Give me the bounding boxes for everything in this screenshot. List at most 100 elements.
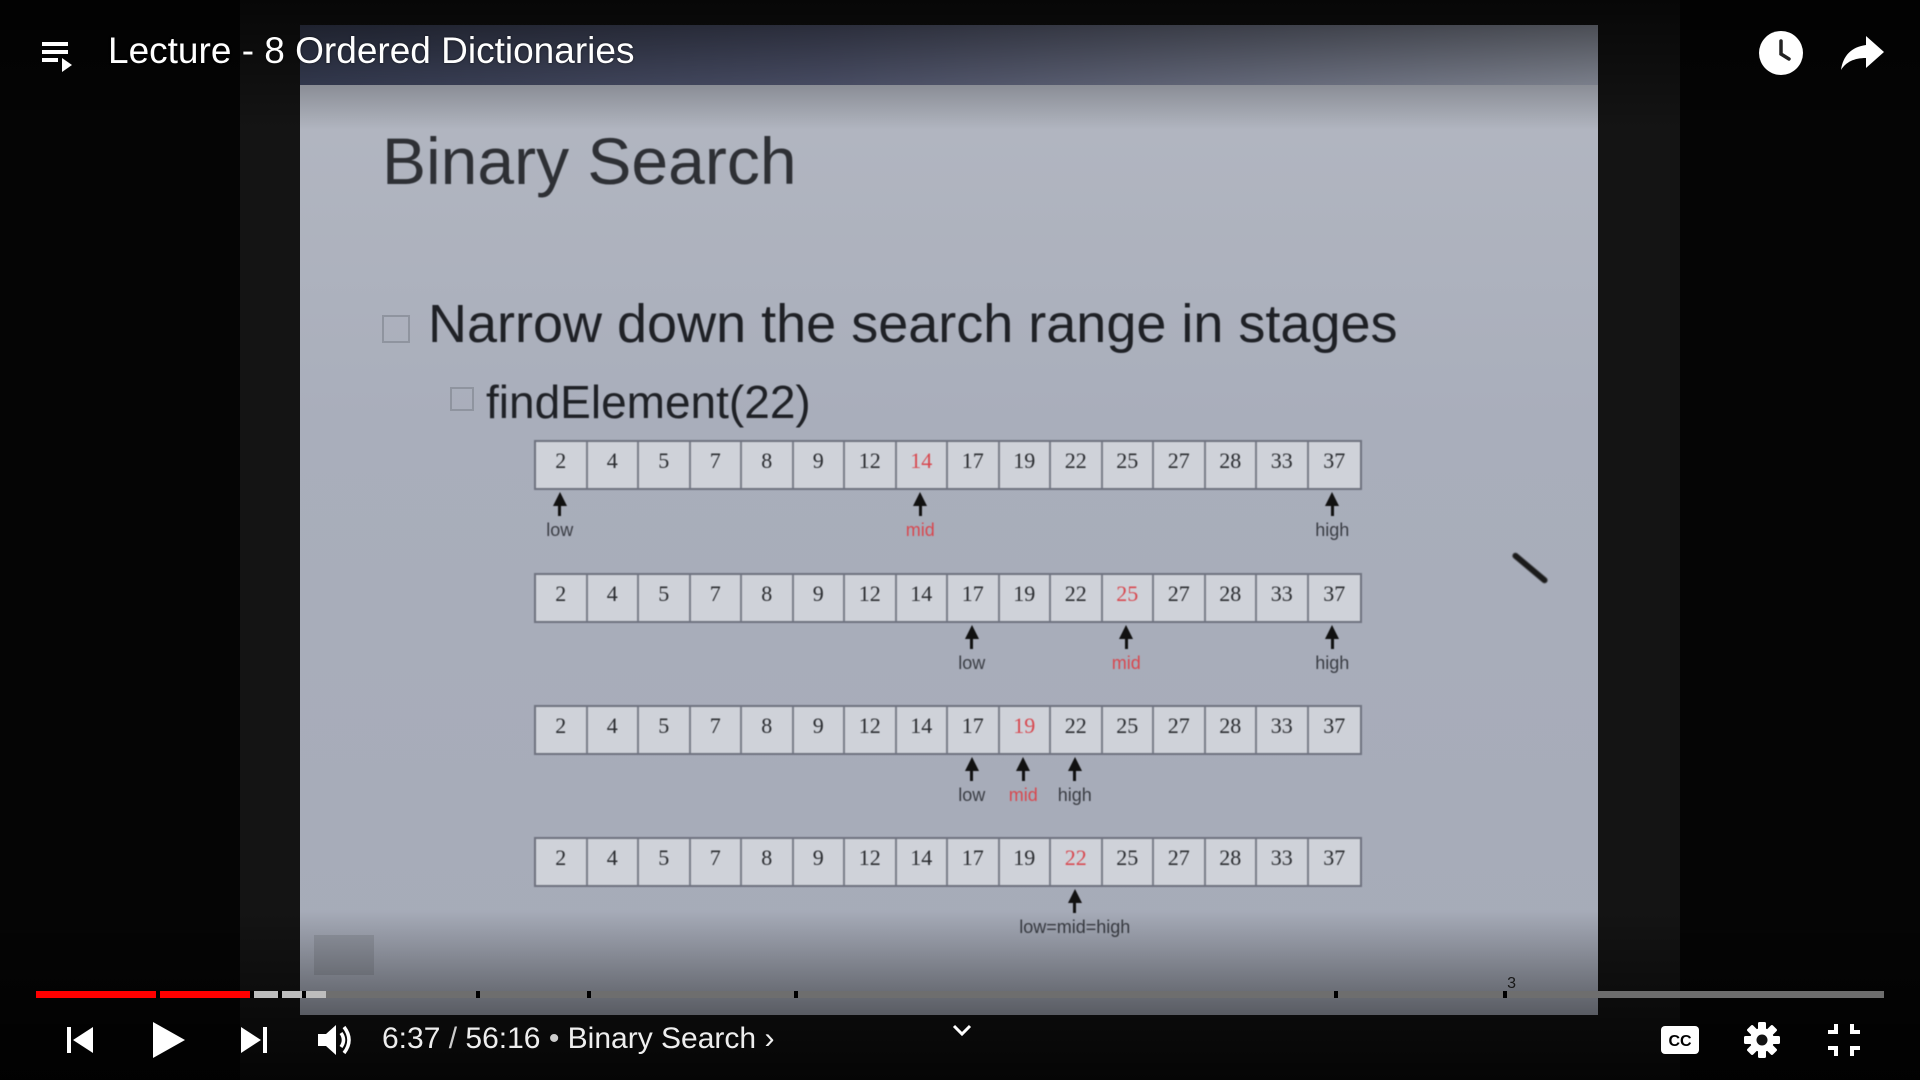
array-row: 2 4 5 7 8 9 12 14 17 19 22 25 27 28 33 37 <box>534 573 1362 623</box>
playlist-button[interactable] <box>38 36 78 76</box>
captions-button[interactable]: CC <box>1652 1010 1708 1070</box>
array-cell: 25 <box>1102 707 1154 753</box>
array-cell: 9 <box>793 839 845 885</box>
up-arrow-icon <box>1325 492 1340 506</box>
array-cell: 7 <box>690 707 742 753</box>
more-chapters-button[interactable] <box>950 1018 974 1042</box>
arrow-stem <box>1330 639 1334 649</box>
sub-bullet-square-icon <box>450 387 474 411</box>
chapter-title: Binary Search <box>567 1022 757 1055</box>
array-cell: 14 <box>896 839 948 885</box>
chapter-title-button[interactable]: Binary Search › <box>568 1022 775 1055</box>
chapter-bullet: • <box>540 1022 568 1055</box>
progress-bar[interactable] <box>36 991 1884 998</box>
playlist-icon <box>42 42 72 72</box>
volume-button[interactable] <box>308 1010 360 1070</box>
array-cell: 33 <box>1257 575 1309 621</box>
array-cell: 2 <box>536 575 588 621</box>
pointer-label: mid <box>905 520 935 540</box>
pointer-label: low <box>546 520 574 540</box>
array-cell: 14 <box>896 575 948 621</box>
arrow-stem <box>558 506 562 516</box>
array-cell: 28 <box>1205 575 1257 621</box>
array-cell: 4 <box>587 707 639 753</box>
array-cell: 2 <box>536 707 588 753</box>
pointer-label: high <box>1315 520 1350 540</box>
exit-fullscreen-icon <box>1828 1024 1860 1056</box>
array-cell: 22 <box>1051 707 1103 753</box>
array-cell: 4 <box>587 575 639 621</box>
array-cell: 8 <box>742 442 794 488</box>
pointer-label: low <box>958 653 986 673</box>
chapter-divider <box>302 991 306 998</box>
array-cell: 12 <box>845 707 897 753</box>
array-cell: 19 <box>999 839 1051 885</box>
chapter-divider <box>1503 991 1507 998</box>
video-title[interactable]: Lecture - 8 Ordered Dictionaries <box>108 30 634 72</box>
play-icon <box>153 1022 185 1058</box>
svg-text:CC: CC <box>1668 1033 1692 1050</box>
array-cell: 37 <box>1308 839 1360 885</box>
watch-later-button[interactable] <box>1758 30 1804 76</box>
array-cell: 7 <box>690 575 742 621</box>
up-arrow-icon <box>1119 625 1134 639</box>
pointer-label: high <box>1057 785 1092 805</box>
array-cell: 2 <box>536 442 588 488</box>
pointer-label: high <box>1315 653 1350 673</box>
pen-cursor <box>1511 551 1549 585</box>
previous-button[interactable] <box>56 1010 104 1070</box>
time-display: 6:37 / 56:16 • Binary Search › <box>382 1022 774 1056</box>
array-cell: 25 <box>1102 839 1154 885</box>
array-cell: 37 <box>1308 707 1360 753</box>
chapter-arrow-icon: › <box>764 1022 775 1055</box>
share-arrow-icon <box>1841 36 1884 70</box>
chapter-divider <box>278 991 282 998</box>
array-cell: 12 <box>845 839 897 885</box>
array-cell: 28 <box>1205 442 1257 488</box>
array-cell: 9 <box>793 575 845 621</box>
array-cell: 9 <box>793 707 845 753</box>
up-arrow-icon <box>1325 625 1340 639</box>
array-cell: 7 <box>690 442 742 488</box>
play-button[interactable] <box>142 1010 194 1070</box>
array-row: 2 4 5 7 8 9 12 14 17 19 22 25 27 28 33 37 <box>534 705 1362 755</box>
lecture-slide: Binary Search Narrow down the search ran… <box>300 25 1598 1015</box>
pointer-high: high <box>1015 757 1135 806</box>
array-cell: 28 <box>1205 707 1257 753</box>
slide-bullet-1: Narrow down the search range in stages <box>428 294 1398 354</box>
pointer-low: low <box>912 625 1032 674</box>
array-cell: 8 <box>742 575 794 621</box>
array-cell: 5 <box>639 839 691 885</box>
array-cell: 28 <box>1205 839 1257 885</box>
volume-icon <box>318 1025 351 1055</box>
array-cell: 5 <box>639 575 691 621</box>
skip-next-icon <box>241 1027 267 1053</box>
exit-fullscreen-button[interactable] <box>1818 1010 1870 1070</box>
array-cell: 7 <box>690 839 742 885</box>
chapter-divider <box>250 991 254 998</box>
array-cell: 37 <box>1308 575 1360 621</box>
array-cell: 37 <box>1308 442 1360 488</box>
pointer-mid: mid <box>860 492 980 541</box>
up-arrow-icon <box>1067 757 1082 771</box>
arrow-stem <box>970 639 974 649</box>
array-row: 2 4 5 7 8 9 12 14 17 19 22 25 27 28 33 37 <box>534 837 1362 887</box>
next-button[interactable] <box>230 1010 278 1070</box>
up-arrow-icon <box>913 492 928 506</box>
arrow-stem <box>1124 639 1128 649</box>
array-cell: 4 <box>587 839 639 885</box>
up-arrow-icon <box>1067 889 1082 903</box>
array-cell: 17 <box>948 442 1000 488</box>
pointer-mid: mid <box>1066 625 1186 674</box>
share-button[interactable] <box>1838 30 1888 76</box>
array-cell: 17 <box>948 707 1000 753</box>
array-cell: 4 <box>587 442 639 488</box>
array-cell: 19 <box>999 707 1051 753</box>
array-cell: 5 <box>639 442 691 488</box>
chevron-down-icon <box>952 1024 972 1037</box>
settings-button[interactable] <box>1736 1010 1788 1070</box>
chapter-divider <box>1334 991 1338 998</box>
array-cell: 22 <box>1051 575 1103 621</box>
array-cell: 19 <box>999 575 1051 621</box>
pointer-label: mid <box>1111 653 1141 673</box>
